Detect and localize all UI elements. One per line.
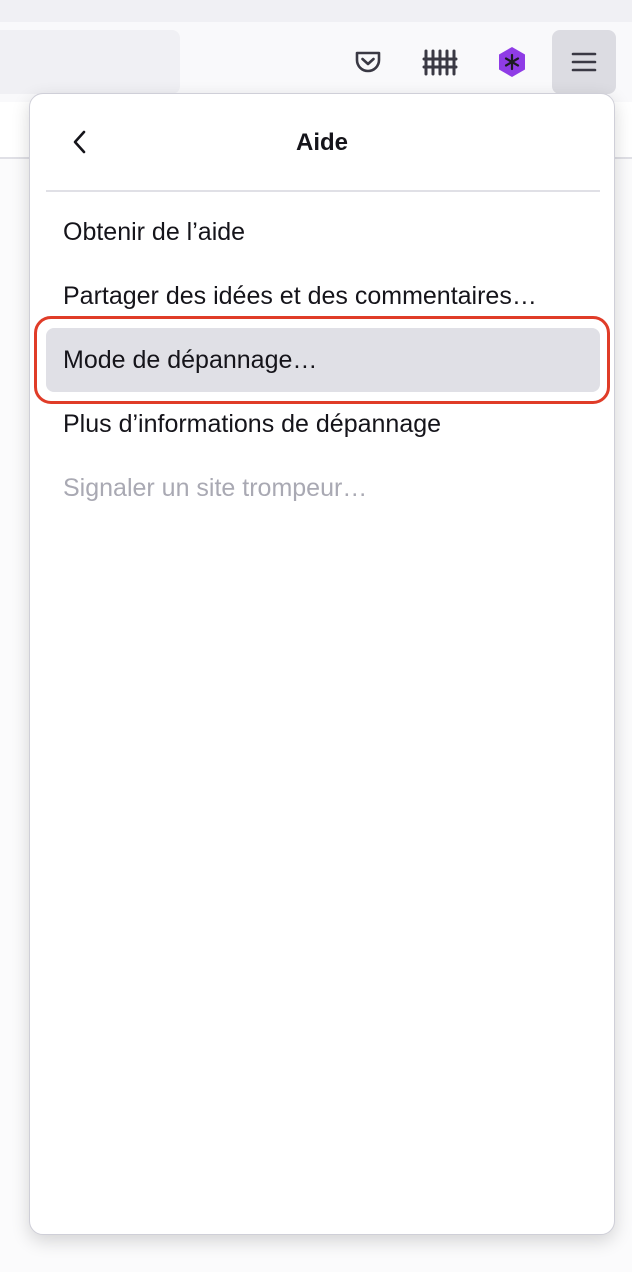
extension-icon [499,47,525,77]
library-button[interactable] [408,30,472,94]
panel-separator [46,190,600,192]
browser-toolbar [0,22,632,102]
menu-item-share-feedback[interactable]: Partager des idées et des commentaires… [46,264,600,328]
help-menu-list: Obtenir de l’aide Partager des idées et … [46,200,600,520]
hamburger-menu-icon [571,52,597,72]
url-bar[interactable] [0,30,180,94]
menu-item-report-deceptive-site: Signaler un site trompeur… [63,473,368,502]
pocket-button[interactable] [336,30,400,94]
pocket-icon [355,51,381,73]
library-icon [422,49,458,76]
menu-item-troubleshoot-mode[interactable]: Mode de dépannage… [46,328,600,392]
panel-header: Aide [30,94,614,190]
panel-title: Aide [295,129,348,156]
menu-item-get-help[interactable]: Obtenir de l’aide [46,200,600,264]
menu-item-troubleshooting-info[interactable]: Plus d’informations de dépannage [46,392,600,456]
app-menu-button[interactable] [552,30,616,94]
help-menu-panel: Aide Obtenir de l’aide Partager des idée… [29,93,615,1235]
extension-button[interactable] [480,30,544,94]
window-top-strip [0,0,632,22]
